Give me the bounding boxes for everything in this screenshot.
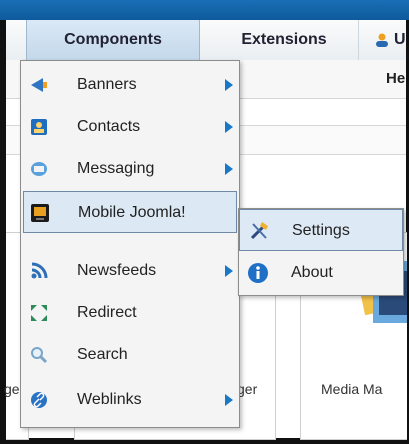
menu-item-label: Redirect bbox=[77, 304, 137, 321]
menu-users[interactable]: U bbox=[370, 20, 409, 60]
menu-item-label: Newsfeeds bbox=[77, 262, 157, 279]
messaging-icon bbox=[31, 162, 47, 176]
submenu-item-label: Settings bbox=[292, 222, 350, 239]
chevron-right-icon bbox=[225, 265, 233, 277]
menu-item-redirect[interactable]: Redirect bbox=[21, 292, 239, 334]
mobile-joomla-icon bbox=[31, 204, 49, 222]
mobile-joomla-submenu: Settings About bbox=[238, 208, 404, 296]
menu-item-label: Messaging bbox=[77, 160, 155, 177]
menu-item-banners[interactable]: Banners bbox=[21, 64, 239, 106]
quickicon-media-label: Media Ma bbox=[321, 381, 383, 397]
weblinks-icon bbox=[31, 392, 47, 408]
chevron-right-icon bbox=[225, 163, 233, 175]
menu-item-mobile-joomla[interactable]: Mobile Joomla! bbox=[23, 191, 237, 233]
chevron-right-icon bbox=[225, 79, 233, 91]
menu-item-label: Contacts bbox=[77, 118, 141, 135]
menu-extensions[interactable]: Extensions bbox=[210, 20, 359, 60]
submenu-item-about[interactable]: About bbox=[239, 252, 403, 294]
submenu-item-settings[interactable]: Settings bbox=[239, 209, 403, 251]
redirect-icon bbox=[31, 305, 47, 321]
chevron-right-icon bbox=[225, 394, 233, 406]
banners-icon bbox=[31, 78, 47, 92]
users-icon bbox=[376, 33, 388, 47]
menu-item-label: Mobile Joomla! bbox=[78, 204, 186, 221]
menu-users-label: U bbox=[394, 31, 406, 48]
admin-menubar: Components Extensions U bbox=[6, 20, 406, 61]
contacts-icon bbox=[31, 119, 47, 135]
menu-components[interactable]: Components bbox=[26, 20, 200, 60]
chevron-right-icon bbox=[225, 121, 233, 133]
menu-item-newsfeeds[interactable]: Newsfeeds bbox=[21, 250, 239, 292]
newsfeeds-icon bbox=[31, 262, 48, 279]
menu-item-label: Weblinks bbox=[77, 391, 142, 408]
search-icon bbox=[31, 347, 48, 364]
submenu-item-label: About bbox=[291, 264, 333, 281]
components-dropdown: Banners Contacts Messaging Mobile Joomla… bbox=[20, 60, 240, 428]
info-icon bbox=[248, 263, 268, 283]
submenu-bar-text[interactable]: He bbox=[386, 70, 405, 87]
quickicon-left-label: ge bbox=[4, 381, 20, 397]
menu-item-messaging[interactable]: Messaging bbox=[21, 148, 239, 190]
menu-item-label: Banners bbox=[77, 76, 137, 93]
menu-item-weblinks[interactable]: Weblinks bbox=[21, 379, 239, 421]
top-bar bbox=[0, 0, 409, 20]
menu-item-search[interactable]: Search bbox=[21, 334, 239, 376]
quickicon-mid-label: ger bbox=[237, 381, 258, 397]
menu-item-contacts[interactable]: Contacts bbox=[21, 106, 239, 148]
settings-tools-icon bbox=[250, 222, 268, 240]
menu-item-label: Search bbox=[77, 346, 128, 363]
